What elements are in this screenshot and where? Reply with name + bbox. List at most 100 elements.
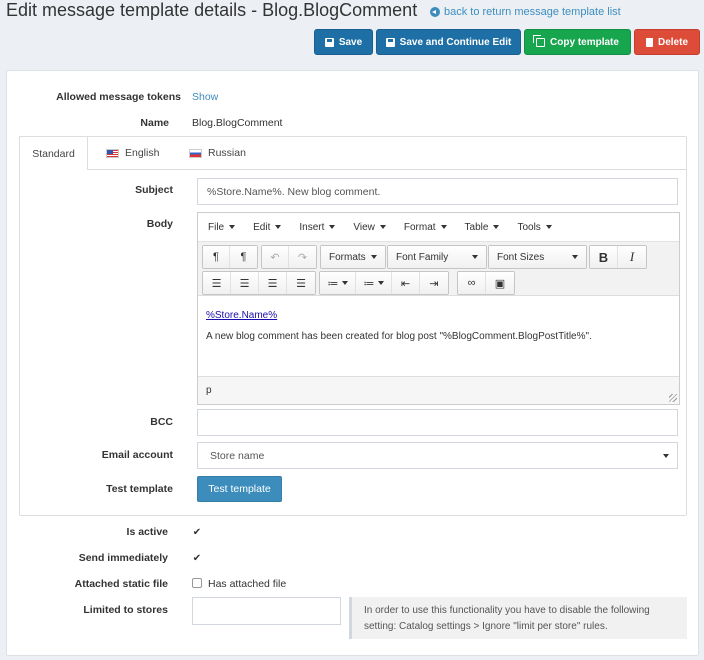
caret-down-icon bbox=[329, 225, 336, 229]
save-continue-button-label: Save and Continue Edit bbox=[399, 36, 512, 48]
bullet-list-button[interactable]: ≔ bbox=[320, 272, 356, 294]
copy-template-button[interactable]: Copy template bbox=[524, 29, 631, 55]
tab-standard-label: Standard bbox=[32, 147, 75, 160]
delete-button[interactable]: Delete bbox=[634, 29, 700, 55]
align-right-icon: ☰ bbox=[267, 277, 278, 290]
font-family-dropdown[interactable]: Font Family bbox=[387, 245, 487, 269]
font-sizes-dropdown[interactable]: Font Sizes bbox=[488, 245, 587, 269]
menu-format[interactable]: Format bbox=[404, 222, 447, 233]
align-group: ☰ ☰ ☰ ☰ bbox=[202, 271, 316, 295]
caret-down-icon bbox=[379, 225, 386, 229]
send-immediately-checkbox[interactable]: ✔ bbox=[192, 553, 202, 564]
link-button[interactable]: ∞ bbox=[458, 272, 486, 294]
caret-down-icon bbox=[275, 225, 282, 229]
editor-menubar: File Edit Insert View Format Table Tools bbox=[198, 213, 679, 241]
is-active-label: Is active bbox=[126, 526, 168, 538]
trash-icon bbox=[645, 37, 653, 47]
limited-stores-input[interactable] bbox=[192, 597, 341, 625]
body-label: Body bbox=[146, 218, 173, 230]
store-name-token[interactable]: %Store.Name% bbox=[206, 310, 671, 321]
bcc-label: BCC bbox=[150, 416, 173, 428]
subject-label: Subject bbox=[135, 184, 173, 196]
caret-down-icon bbox=[371, 255, 377, 259]
rtl-button[interactable]: ¶ bbox=[230, 246, 257, 268]
floppy-disk-icon bbox=[385, 37, 395, 47]
menu-format-label: Format bbox=[403, 221, 436, 233]
send-immediately-label: Send immediately bbox=[78, 552, 168, 564]
checkmark-icon: ✔ bbox=[192, 526, 202, 538]
menu-view-label: View bbox=[353, 221, 375, 233]
menu-view[interactable]: View bbox=[353, 222, 386, 233]
caret-down-icon bbox=[545, 225, 552, 229]
copy-icon bbox=[533, 34, 546, 47]
resize-handle-icon[interactable] bbox=[669, 394, 677, 402]
outdent-button[interactable]: ⇤ bbox=[392, 272, 420, 294]
bullet-list-icon: ≔ bbox=[327, 277, 339, 290]
test-template-label: Test template bbox=[106, 483, 173, 495]
link-icon: ∞ bbox=[467, 277, 476, 289]
save-continue-button[interactable]: Save and Continue Edit bbox=[376, 29, 521, 55]
align-justify-button[interactable]: ☰ bbox=[287, 272, 315, 294]
caret-down-icon bbox=[572, 255, 578, 259]
save-button[interactable]: Save bbox=[314, 29, 373, 55]
tab-english[interactable]: English bbox=[94, 136, 171, 170]
list-indent-group: ≔ ≔ ⇤ ⇥ bbox=[319, 271, 449, 295]
caret-down-icon bbox=[229, 225, 236, 229]
subject-input[interactable]: %Store.Name%. New blog comment. bbox=[197, 178, 678, 205]
tab-standard[interactable]: Standard bbox=[19, 136, 88, 170]
email-account-select[interactable]: Store name bbox=[197, 442, 678, 469]
menu-tools[interactable]: Tools bbox=[517, 222, 552, 233]
ru-flag-icon bbox=[189, 148, 202, 158]
ltr-button[interactable]: ¶ bbox=[203, 246, 230, 268]
direction-group: ¶ ¶ bbox=[202, 245, 258, 269]
menu-edit[interactable]: Edit bbox=[253, 222, 282, 233]
show-tokens-link[interactable]: Show bbox=[192, 91, 218, 103]
arrow-circle-left-icon bbox=[430, 7, 440, 17]
menu-insert[interactable]: Insert bbox=[299, 222, 336, 233]
caret-down-icon bbox=[472, 255, 478, 259]
insert-group: ∞ ▣ bbox=[457, 271, 515, 295]
is-active-checkbox[interactable]: ✔ bbox=[192, 526, 202, 538]
caret-down-icon bbox=[440, 225, 447, 229]
back-link[interactable]: back to return message template list bbox=[430, 6, 621, 18]
align-right-button[interactable]: ☰ bbox=[259, 272, 287, 294]
has-attached-file-checkbox[interactable] bbox=[192, 578, 202, 588]
allowed-tokens-label: Allowed message tokens bbox=[56, 91, 181, 103]
align-left-button[interactable]: ☰ bbox=[203, 272, 231, 294]
italic-button[interactable]: I bbox=[618, 246, 646, 268]
element-path[interactable]: p bbox=[206, 385, 212, 396]
formats-dropdown[interactable]: Formats bbox=[320, 245, 386, 269]
align-center-button[interactable]: ☰ bbox=[231, 272, 259, 294]
bold-button[interactable]: B bbox=[590, 246, 618, 268]
save-button-label: Save bbox=[338, 36, 363, 48]
undo-button[interactable]: ↶ bbox=[262, 246, 289, 268]
test-template-button[interactable]: Test template bbox=[197, 476, 282, 502]
email-account-selected: Store name bbox=[210, 449, 265, 462]
editor-statusbar: p bbox=[198, 376, 679, 404]
copy-template-button-label: Copy template bbox=[550, 36, 619, 48]
menu-table[interactable]: Table bbox=[465, 222, 500, 233]
indent-button[interactable]: ⇥ bbox=[420, 272, 448, 294]
caret-down-icon bbox=[377, 281, 384, 285]
editor-content[interactable]: %Store.Name% A new blog comment has been… bbox=[198, 296, 679, 376]
align-center-icon: ☰ bbox=[239, 277, 250, 290]
caret-down-icon bbox=[493, 225, 500, 229]
redo-button[interactable]: ↷ bbox=[289, 246, 316, 268]
tab-russian[interactable]: Russian bbox=[177, 136, 258, 170]
ltr-icon: ¶ bbox=[213, 251, 219, 263]
unchecked-box-icon bbox=[192, 578, 202, 588]
numbered-list-icon: ≔ bbox=[363, 277, 375, 290]
menu-table-label: Table bbox=[464, 221, 489, 233]
name-label: Name bbox=[140, 117, 169, 129]
bcc-input[interactable] bbox=[197, 409, 678, 436]
outdent-icon: ⇤ bbox=[400, 277, 411, 290]
numbered-list-button[interactable]: ≔ bbox=[356, 272, 392, 294]
rtl-icon: ¶ bbox=[240, 251, 247, 263]
text-style-group: B I bbox=[589, 245, 647, 269]
menu-file-label: File bbox=[208, 221, 225, 233]
caret-down-icon bbox=[663, 454, 669, 458]
menu-file[interactable]: File bbox=[208, 221, 236, 233]
content-paragraph: A new blog comment has been created for … bbox=[206, 331, 592, 342]
image-button[interactable]: ▣ bbox=[486, 272, 514, 294]
redo-icon: ↷ bbox=[297, 251, 308, 264]
